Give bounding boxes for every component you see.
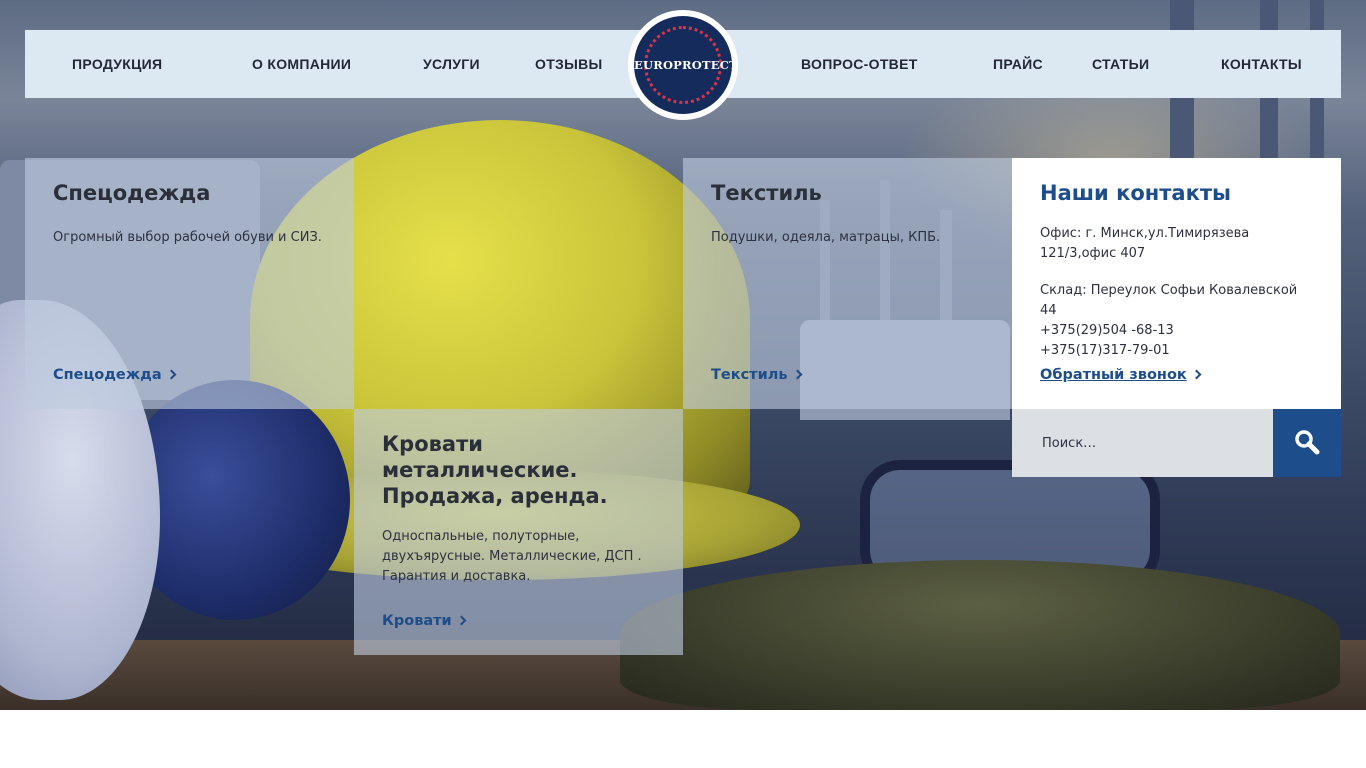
office-address: Офис: г. Минск,ул.Тимирязева 121/3,офис … xyxy=(1040,226,1250,261)
search-input[interactable] xyxy=(1012,409,1273,477)
search-button[interactable] xyxy=(1273,409,1341,477)
warehouse-address: Склад: Переулок Софьи Ковалевской 44 xyxy=(1040,283,1298,318)
tile-title: Текстиль xyxy=(711,181,822,205)
link-label: Кровати xyxy=(382,613,452,629)
chevron-right-icon xyxy=(1191,369,1202,380)
nav-item-faq[interactable]: ВОПРОС-ОТВЕТ xyxy=(801,30,918,98)
tile-description: Огромный выбор рабочей обуви и СИЗ. xyxy=(53,230,322,245)
nav-item-articles[interactable]: СТАТЬИ xyxy=(1092,30,1149,98)
textile-link[interactable]: Текстиль xyxy=(711,367,802,383)
tile-workwear: Спецодежда Огромный выбор рабочей обуви … xyxy=(25,158,354,409)
phone-mobile[interactable]: +375(29)504 -68-13 xyxy=(1040,323,1174,338)
warehouse-block: Склад: Переулок Софьи Ковалевской 44 +37… xyxy=(1040,281,1313,361)
nav-item-reviews[interactable]: ОТЗЫВЫ xyxy=(535,30,603,98)
search-icon xyxy=(1295,430,1320,455)
tile-textile: Текстиль Подушки, одеяла, матрацы, КПБ. … xyxy=(683,158,1012,409)
search-form xyxy=(1012,409,1341,477)
callback-link[interactable]: Обратный звонок xyxy=(1040,367,1202,383)
link-label: Текстиль xyxy=(711,367,788,383)
gloves-image xyxy=(620,560,1340,710)
nav-item-about[interactable]: О КОМПАНИИ xyxy=(252,30,351,98)
tile-title: Спецодежда xyxy=(53,181,211,205)
chevron-right-icon xyxy=(456,615,467,626)
nav-item-contacts[interactable]: КОНТАКТЫ xyxy=(1221,30,1302,98)
chevron-right-icon xyxy=(792,369,802,380)
tile-description: Односпальные, полуторные, двухъярусные. … xyxy=(382,529,642,584)
tile-description: Подушки, одеяла, матрацы, КПБ. xyxy=(711,230,941,245)
company-logo[interactable]: EUROPROTECT xyxy=(628,10,738,120)
nav-item-price[interactable]: ПРАЙС xyxy=(993,30,1043,98)
contacts-panel: Наши контакты Офис: г. Минск,ул.Тимирязе… xyxy=(1012,158,1341,409)
link-label: Обратный звонок xyxy=(1040,367,1187,383)
workwear-link[interactable]: Спецодежда xyxy=(53,367,177,383)
phone-landline[interactable]: +375(17)317-79-01 xyxy=(1040,343,1170,358)
logo-text: EUROPROTECT xyxy=(634,58,732,72)
nav-item-products[interactable]: ПРОДУКЦИЯ xyxy=(72,30,162,98)
beds-link[interactable]: Кровати xyxy=(382,613,467,629)
tile-title: Кровати металлические. Продажа, аренда. xyxy=(382,432,608,508)
link-label: Спецодежда xyxy=(53,367,162,383)
chevron-right-icon xyxy=(166,369,177,380)
nav-item-services[interactable]: УСЛУГИ xyxy=(423,30,480,98)
logo-emblem: EUROPROTECT xyxy=(634,16,732,114)
contacts-title: Наши контакты xyxy=(1040,181,1232,205)
tile-beds: Кровати металлические. Продажа, аренда. … xyxy=(354,409,683,655)
